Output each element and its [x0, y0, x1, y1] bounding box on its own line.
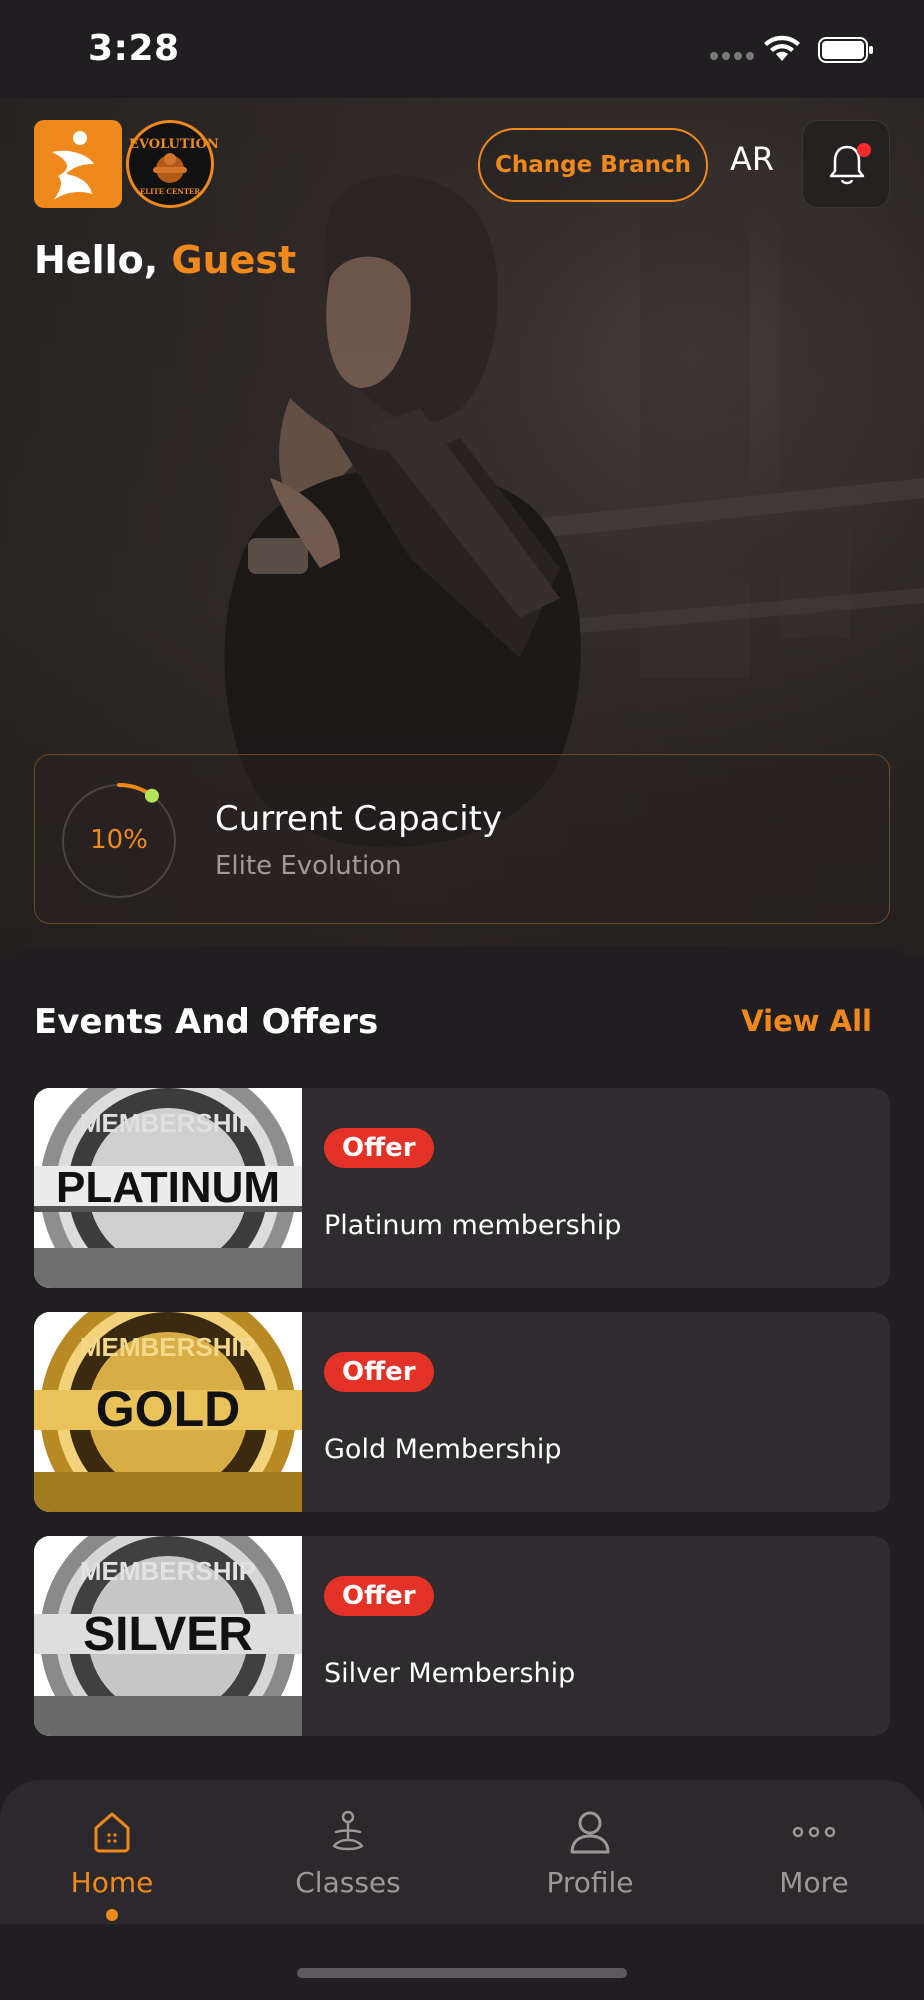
membership-seal-image: MEMBERSHIP SILVER [34, 1536, 302, 1736]
nav-home[interactable]: Home [32, 1808, 192, 1921]
nav-more[interactable]: More [734, 1808, 894, 1899]
offer-card-platinum[interactable]: MEMBERSHIP PLATINUM Offer Platinum membe… [34, 1088, 890, 1288]
offer-title: Silver Membership [324, 1658, 576, 1689]
offer-badge: Offer [324, 1352, 434, 1392]
user-name: Guest [171, 238, 297, 282]
seal-main-text: PLATINUM [56, 1163, 280, 1212]
view-all-link[interactable]: View All [741, 1004, 872, 1038]
nav-label: Home [70, 1866, 154, 1899]
active-indicator [106, 1909, 118, 1921]
offer-card-silver[interactable]: MEMBERSHIP SILVER Offer Silver Membershi… [34, 1536, 890, 1736]
capacity-card: 10% Current Capacity Elite Evolution [34, 754, 890, 924]
home-indicator [297, 1968, 627, 1978]
capacity-title: Current Capacity [215, 799, 503, 839]
home-icon [94, 1812, 130, 1853]
hero-banner: EVOLUTION ELITE CENTER Change Branch AR … [0, 98, 924, 958]
offer-badge: Offer [324, 1576, 434, 1616]
membership-seal-image: MEMBERSHIP GOLD [34, 1312, 302, 1512]
bottom-navigation: Home Classes Profile More [0, 1780, 924, 1924]
seal-top-text: MEMBERSHIP [80, 1108, 256, 1138]
brand-logo [34, 120, 122, 208]
notification-dot [857, 143, 871, 157]
status-bar: 3:28 [0, 0, 924, 98]
cellular-signal-icon [710, 52, 754, 60]
nav-label: More [779, 1866, 849, 1899]
greeting: Hello, Guest [34, 238, 297, 282]
battery-icon [818, 37, 873, 63]
section-title: Events And Offers [34, 1002, 379, 1042]
club-logo: EVOLUTION ELITE CENTER [126, 120, 219, 208]
nav-label: Profile [546, 1866, 634, 1899]
seal-main-text: GOLD [96, 1381, 240, 1437]
wifi-icon [764, 35, 800, 61]
nav-profile[interactable]: Profile [510, 1808, 670, 1899]
offer-title: Gold Membership [324, 1434, 562, 1465]
membership-seal-image: MEMBERSHIP PLATINUM [34, 1088, 302, 1288]
events-section: Events And Offers View All MEMBERSHIP PL… [0, 946, 924, 1786]
change-branch-button[interactable]: Change Branch [478, 128, 708, 202]
language-toggle[interactable]: AR [730, 140, 774, 178]
seal-top-text: MEMBERSHIP [80, 1556, 256, 1586]
more-icon [792, 1826, 836, 1838]
nav-label: Classes [295, 1866, 401, 1899]
yoga-icon [332, 1810, 364, 1851]
notifications-button[interactable] [802, 120, 890, 208]
offer-card-gold[interactable]: MEMBERSHIP GOLD Offer Gold Membership [34, 1312, 890, 1512]
nav-classes[interactable]: Classes [268, 1808, 428, 1899]
seal-main-text: SILVER [83, 1608, 253, 1661]
capacity-percent: 10% [90, 825, 148, 855]
status-time: 3:28 [88, 28, 180, 69]
capacity-branch: Elite Evolution [215, 851, 402, 881]
offer-title: Platinum membership [324, 1210, 622, 1241]
user-icon [570, 1811, 610, 1854]
offer-badge: Offer [324, 1128, 434, 1168]
seal-top-text: MEMBERSHIP [80, 1332, 256, 1362]
